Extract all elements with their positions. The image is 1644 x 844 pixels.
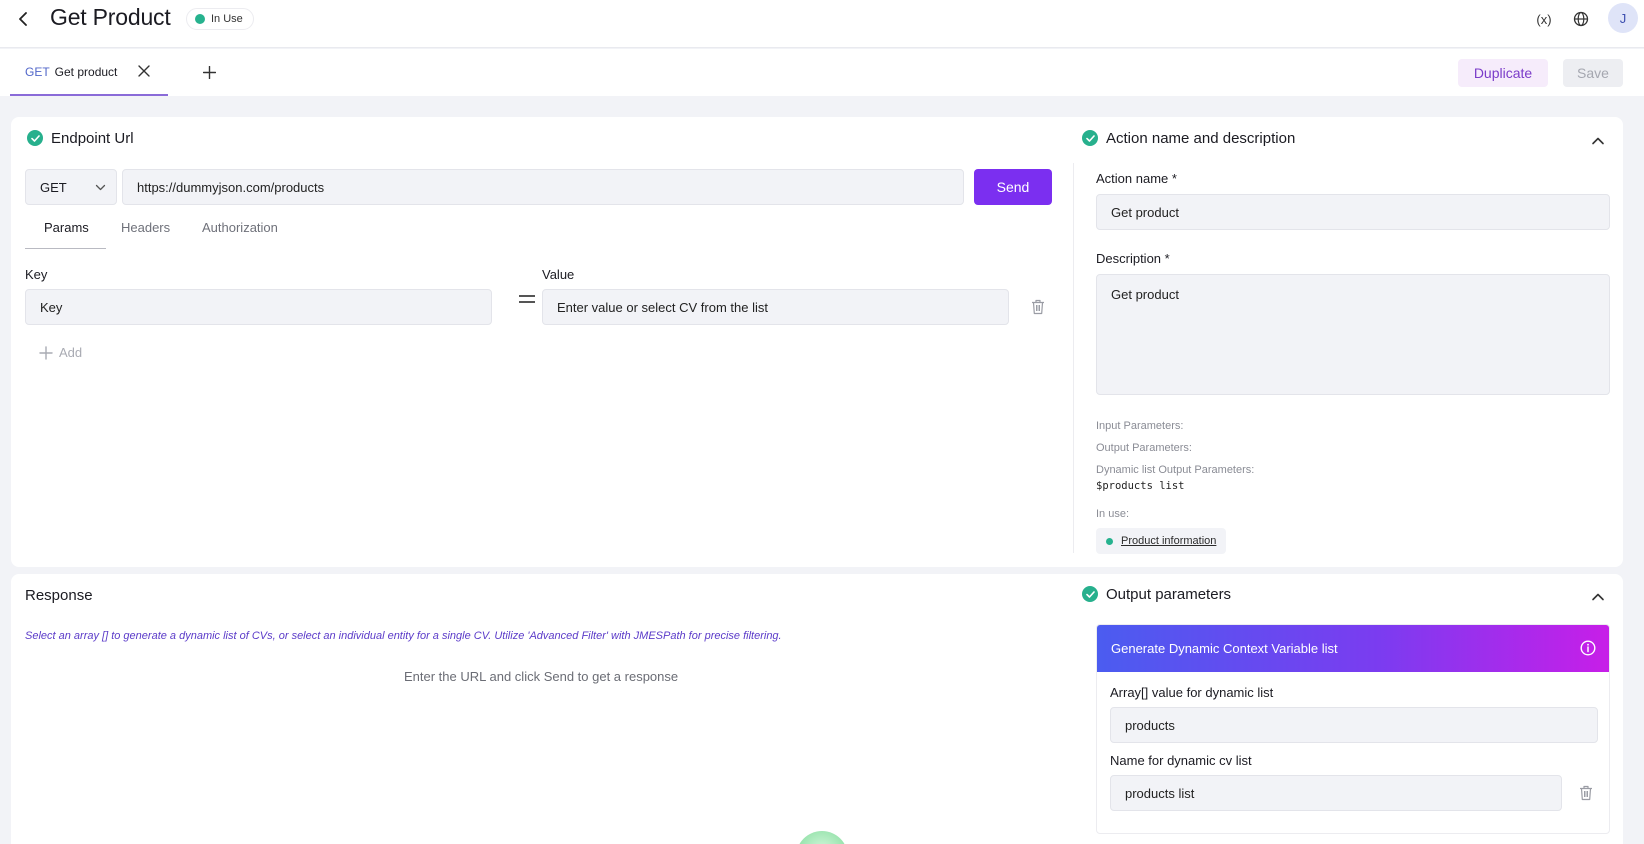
endpoint-card: Endpoint Url GET https://dummyjson.com/p…: [11, 117, 1623, 567]
chevron-up-icon[interactable]: [1588, 587, 1608, 607]
avatar[interactable]: J: [1608, 3, 1638, 33]
trash-icon[interactable]: [1578, 784, 1594, 802]
array-value-label: Array[] value for dynamic list: [1110, 685, 1274, 700]
page-title: Get Product: [50, 4, 171, 30]
cv-list-name-value: products list: [1125, 785, 1195, 801]
dynamic-list-label: Dynamic list Output Parameters:: [1096, 464, 1255, 476]
in-use-label: In use:: [1096, 508, 1130, 520]
in-use-link[interactable]: Product information: [1121, 535, 1216, 547]
add-label: Add: [59, 345, 83, 360]
chevron-up-icon[interactable]: [1588, 131, 1608, 151]
cv-list-name-label: Name for dynamic cv list: [1110, 753, 1252, 768]
method-value: GET: [40, 179, 67, 195]
endpoint-title: Endpoint Url: [51, 130, 134, 147]
key-placeholder: Key: [40, 299, 63, 315]
send-button[interactable]: Send: [974, 169, 1052, 205]
plus-icon: [39, 345, 53, 360]
description-label: Description *: [1096, 251, 1170, 266]
dynamic-cv-panel: Generate Dynamic Context Variable list A…: [1096, 624, 1610, 834]
back-arrow-icon[interactable]: [12, 7, 36, 31]
variable-icon[interactable]: (x): [1531, 6, 1557, 32]
trash-icon[interactable]: [1030, 298, 1046, 316]
description-value: Get product: [1111, 287, 1179, 302]
add-param-button[interactable]: Add: [39, 345, 82, 360]
check-circle-icon: [1082, 130, 1098, 146]
status-dot-icon: [195, 14, 205, 24]
status-dot-icon: [1106, 537, 1113, 545]
assistant-orb-icon[interactable]: [796, 831, 848, 844]
info-icon[interactable]: [1579, 639, 1597, 657]
add-tab-icon[interactable]: [198, 61, 220, 83]
value-label: Value: [542, 267, 575, 282]
status-badge: In Use: [186, 8, 254, 30]
tab-params[interactable]: Params: [44, 220, 89, 235]
globe-icon[interactable]: [1568, 6, 1594, 32]
dynamic-cv-panel-header: Generate Dynamic Context Variable list: [1097, 625, 1609, 672]
action-title: Action name and description: [1106, 130, 1296, 147]
dynamic-list-value: $products list: [1096, 480, 1185, 492]
in-use-chip[interactable]: Product information: [1096, 528, 1227, 554]
tab-method: GET: [25, 64, 50, 79]
action-name-label: Action name *: [1096, 171, 1177, 186]
check-circle-icon: [1082, 586, 1098, 602]
response-hint: Select an array [] to generate a dynamic…: [25, 630, 782, 642]
tab-authorization[interactable]: Authorization: [202, 220, 278, 235]
response-empty-message: Enter the URL and click Send to get a re…: [404, 669, 679, 684]
divider: [1073, 163, 1074, 553]
array-value-input[interactable]: products: [1110, 707, 1598, 743]
response-title: Response: [25, 587, 93, 604]
equals-icon: [519, 295, 535, 303]
value-input[interactable]: Enter value or select CV from the list: [542, 289, 1009, 325]
description-textarea[interactable]: Get product: [1096, 274, 1610, 395]
value-placeholder: Enter value or select CV from the list: [557, 299, 768, 315]
status-label: In Use: [211, 13, 243, 25]
tab-headers[interactable]: Headers: [121, 220, 170, 235]
close-icon[interactable]: [134, 61, 154, 81]
url-value: https://dummyjson.com/products: [137, 179, 325, 195]
key-input[interactable]: Key: [25, 289, 492, 325]
output-params-label: Output Parameters:: [1096, 442, 1192, 454]
duplicate-button[interactable]: Duplicate: [1458, 59, 1548, 87]
tab-bar: GET Get product Duplicate Save: [0, 49, 1644, 96]
chevron-down-icon: [95, 181, 106, 196]
top-bar: Get Product In Use (x) J: [0, 0, 1644, 48]
action-name-value: Get product: [1111, 204, 1179, 220]
output-title: Output parameters: [1106, 586, 1232, 603]
active-tab-indicator: [25, 248, 106, 249]
action-name-input[interactable]: Get product: [1096, 194, 1610, 230]
cv-list-name-input[interactable]: products list: [1110, 775, 1562, 811]
dynamic-cv-panel-title: Generate Dynamic Context Variable list: [1111, 641, 1338, 656]
url-input[interactable]: https://dummyjson.com/products: [122, 169, 964, 205]
key-label: Key: [25, 267, 48, 282]
save-button[interactable]: Save: [1563, 59, 1623, 87]
method-select[interactable]: GET: [25, 169, 117, 205]
response-card: Response Select an array [] to generate …: [11, 574, 1623, 844]
tab-get-product[interactable]: GET Get product: [10, 49, 168, 96]
variable-icon-label: (x): [1536, 11, 1552, 27]
array-value: products: [1125, 717, 1175, 733]
check-circle-icon: [27, 130, 43, 146]
input-params-label: Input Parameters:: [1096, 420, 1184, 432]
tab-label: Get product: [54, 64, 118, 79]
